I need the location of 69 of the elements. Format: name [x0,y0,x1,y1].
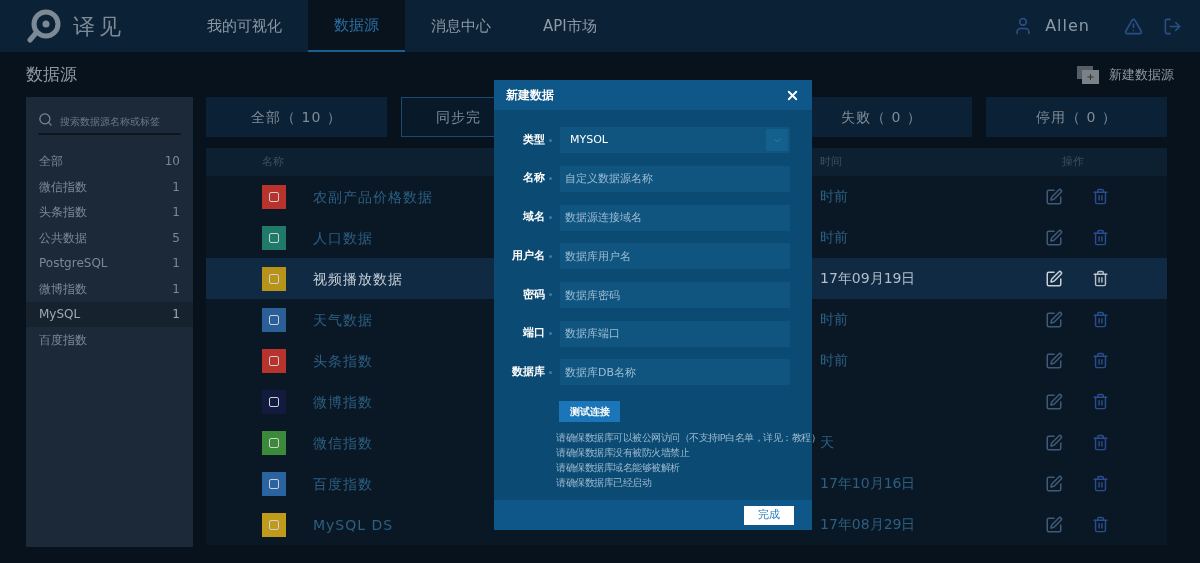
update-time: 时前 [820,311,848,327]
text-field[interactable]: 数据库端口 [560,320,790,347]
sidebar-item[interactable]: 微博指数 1 [26,276,193,302]
nav-tab[interactable]: 我的可视化 [181,0,308,52]
item-count: 1 [172,204,180,222]
item-count: 5 [172,229,180,247]
field-label: 密码 [522,286,545,303]
test-connection-button[interactable]: 测试连接 [559,400,620,422]
source-name[interactable]: MySQL DS [313,516,394,533]
field-label: 端口 [522,325,545,342]
nav-tab[interactable]: 数据源 [308,0,405,52]
search-icon [38,112,53,127]
sidebar-item[interactable]: 全部 10 [26,148,193,174]
text-field[interactable]: 数据库DB名称 [560,359,790,386]
source-name[interactable]: 头条指数 [313,352,373,369]
field-label: 用户名 [511,247,545,264]
update-time: 17年08月29日 [820,516,916,532]
nav-tab[interactable]: 消息中心 [405,0,517,52]
edit-icon[interactable] [1045,269,1063,288]
delete-icon[interactable] [1092,270,1109,287]
update-time: 时前 [820,188,848,204]
field-label: 数据库 [511,363,545,380]
status-tab[interactable]: 停用（ 0 ） [986,97,1167,137]
logout-icon[interactable] [1163,16,1182,36]
sidebar-item[interactable]: 头条指数 1 [26,199,193,225]
sidebar-item[interactable]: MySQL 1 [26,301,193,327]
sidebar-item[interactable]: PostgreSQL 1 [26,250,193,276]
add-layers-icon [1077,65,1099,84]
sidebar-item[interactable]: 公共数据 5 [26,225,193,251]
text-field[interactable]: 自定义数据源名称 [560,165,790,192]
text-field[interactable]: 数据库用户名 [560,243,790,270]
item-count: 1 [172,280,180,298]
sidebar-item[interactable]: 微信指数 1 [26,174,193,200]
hint-text: 请确保数据库可以被公网访问（不支持IP白名单，详见：教程） [556,430,821,445]
update-time: 时前 [820,352,848,368]
hint-text: 请确保数据库已经启动 [556,475,651,490]
source-name[interactable]: 农副产品价格数据 [313,188,433,205]
source-name[interactable]: 视频播放数据 [313,270,403,287]
status-tab[interactable]: 全部（ 10 ） [206,97,387,137]
source-name[interactable]: 微信指数 [313,434,373,451]
logo-text: 译见 [73,12,125,41]
hint-text: 请确保数据库域名能够被解析 [556,460,680,475]
source-name[interactable]: 人口数据 [313,229,373,246]
warning-icon[interactable] [1124,16,1143,36]
user-name[interactable]: Allen [1045,14,1090,38]
search-field[interactable]: 搜索数据源名称或标签 [38,110,181,135]
item-count: 10 [164,153,180,171]
item-count: 1 [172,306,180,324]
item-count: 1 [172,178,180,196]
text-field[interactable]: 数据库密码 [560,282,790,308]
text-field[interactable]: 数据源连接域名 [560,204,790,231]
field-label: 名称 [522,170,545,187]
field-label: 域名 [522,209,545,226]
source-name[interactable]: 百度指数 [313,475,373,492]
update-time: 17年09月19日 [820,270,916,286]
sidebar-item[interactable]: 百度指数 [26,327,193,353]
item-count: 1 [172,255,180,273]
hint-text: 请确保数据库没有被防火墙禁止 [556,445,689,460]
update-time: 17年10月16日 [820,475,916,491]
nav-tab[interactable]: API市场 [517,0,623,52]
page-title: 数据源 [26,62,77,86]
new-data-source-button[interactable]: 新建数据源 [1077,64,1174,85]
source-name[interactable]: 微博指数 [313,393,373,410]
source-name[interactable]: 天气数据 [313,311,373,328]
update-time: 天 [820,434,834,450]
update-time: 时前 [820,229,848,245]
magnifier-logo-icon [27,8,63,44]
type-select[interactable]: MYSOL [560,127,790,153]
done-button[interactable]: 完成 [744,505,794,525]
